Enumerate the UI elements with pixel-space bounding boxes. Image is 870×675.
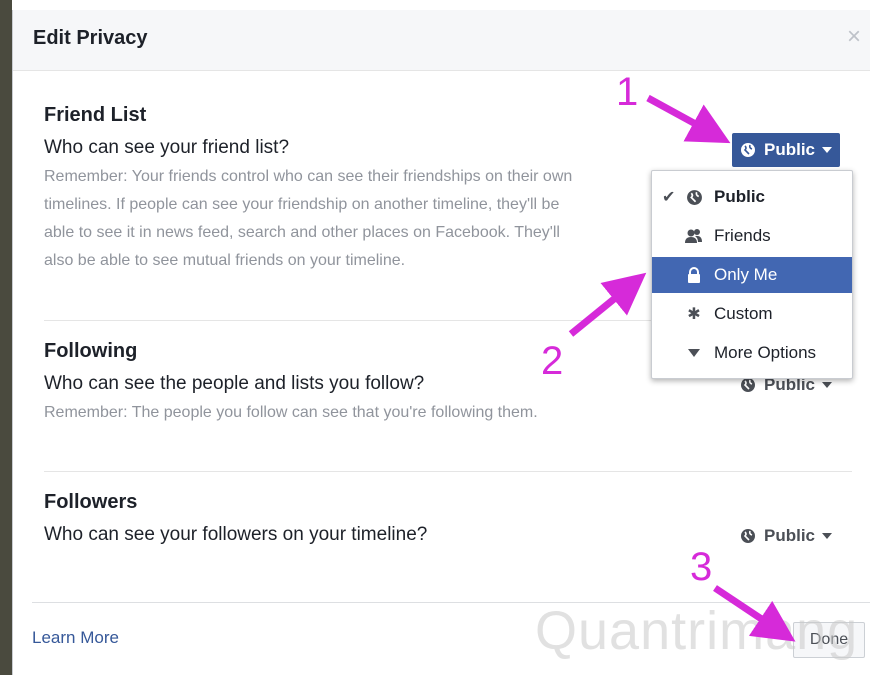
- arrow-2: [568, 272, 647, 337]
- annotation-arrows: [568, 94, 796, 642]
- annotation-number-2: 2: [541, 339, 564, 383]
- annotation-number-3: 3: [690, 545, 713, 589]
- annotation-number-1: 1: [616, 70, 639, 114]
- arrow-3: [713, 585, 796, 642]
